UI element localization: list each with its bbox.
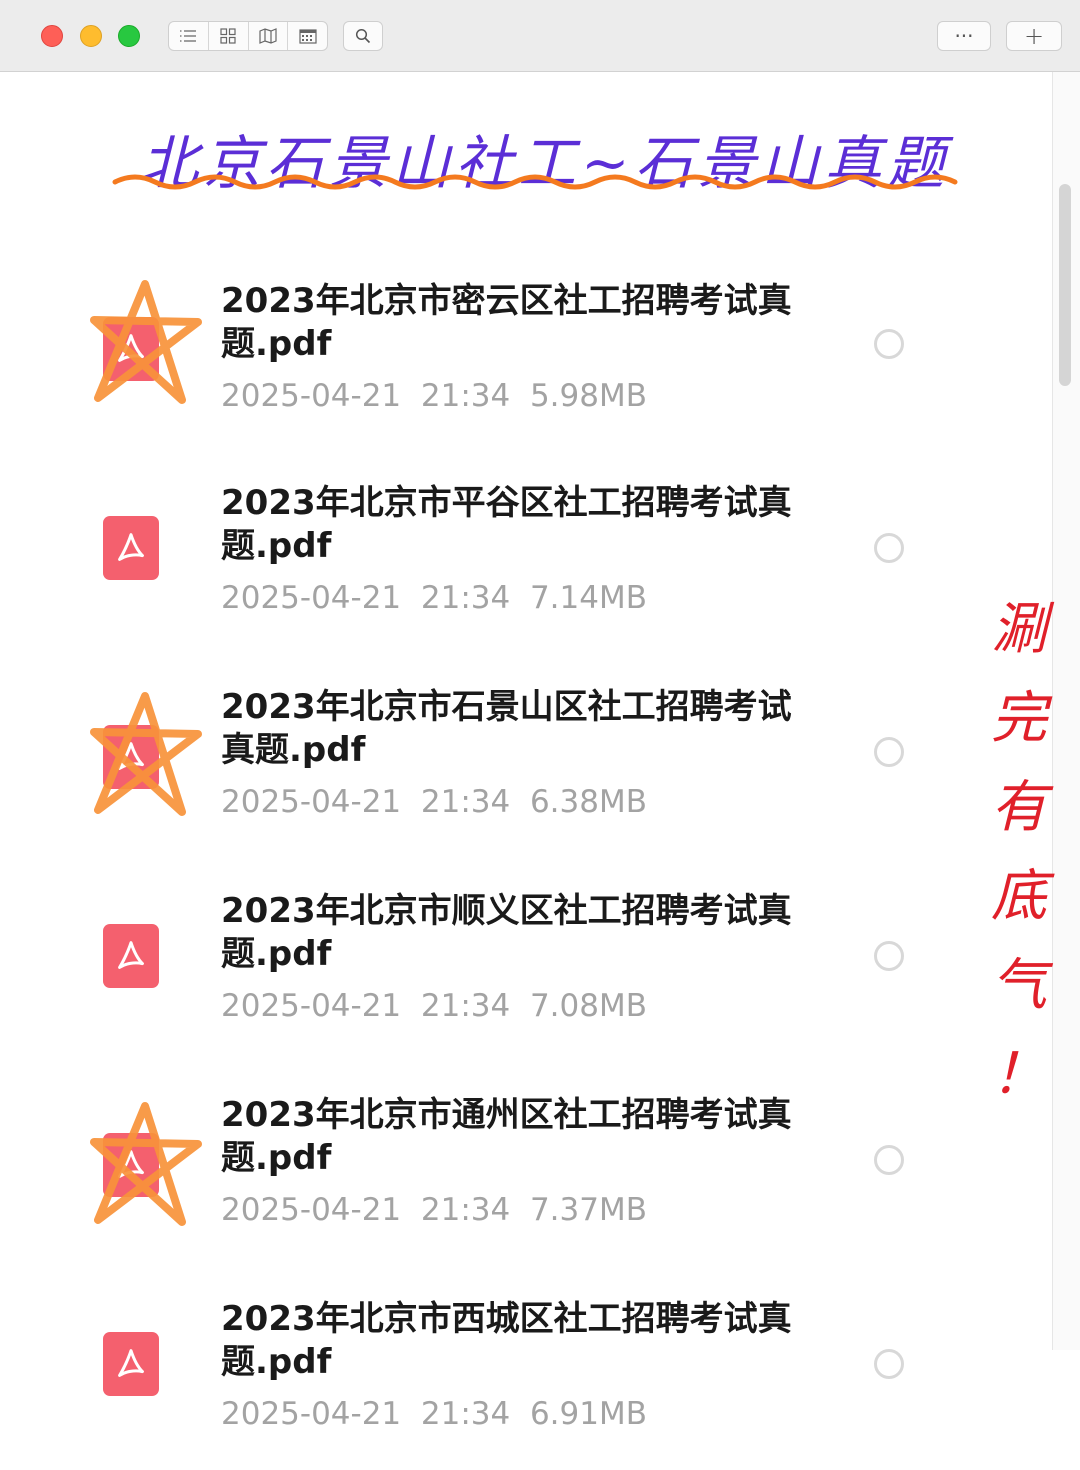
side-note-char: 气 — [991, 953, 1047, 1018]
file-row[interactable]: 2023年北京市密云区社工招聘考试真题.pdf 2025-04-21 21:34… — [0, 270, 1000, 450]
add-button[interactable]: + — [1006, 21, 1062, 51]
file-row[interactable]: 2023年北京市顺义区社工招聘考试真题.pdf 2025-04-21 21:34… — [0, 882, 1000, 1062]
pdf-file-icon — [103, 924, 159, 988]
handwritten-side-note: 涮 完 有 底 气 ！ — [984, 585, 1054, 1119]
file-date: 2025-04-21 — [221, 784, 402, 820]
window-titlebar: ··· + — [0, 0, 1080, 72]
handwritten-headline: 北京石景山社工~石景山真题 — [112, 106, 960, 216]
file-meta: 2025-04-21 21:34 7.37MB — [221, 1192, 647, 1228]
scrollbar-thumb[interactable] — [1059, 184, 1071, 386]
select-radio[interactable] — [874, 737, 904, 767]
hand-drawn-star — [90, 1102, 202, 1226]
calendar-view-icon — [299, 29, 317, 44]
hand-drawn-star — [90, 692, 202, 816]
file-date: 2025-04-21 — [221, 988, 402, 1024]
file-name: 2023年北京市通州区社工招聘考试真题.pdf — [221, 1095, 792, 1178]
more-options-button[interactable]: ··· — [937, 21, 991, 51]
list-view-button[interactable] — [169, 22, 209, 50]
pdf-file-icon — [103, 516, 159, 580]
file-time: 21:34 — [420, 378, 511, 414]
file-size: 5.98MB — [529, 378, 647, 414]
file-meta: 2025-04-21 21:34 6.38MB — [221, 784, 647, 820]
list-view-icon — [180, 30, 197, 42]
file-row[interactable]: 2023年北京市西城区社工招聘考试真题.pdf 2025-04-21 21:34… — [0, 1290, 1000, 1470]
file-meta: 2025-04-21 21:34 7.08MB — [221, 988, 647, 1024]
file-size: 6.91MB — [529, 1396, 647, 1432]
map-view-icon — [259, 28, 277, 44]
select-radio[interactable] — [874, 1145, 904, 1175]
file-date: 2025-04-21 — [221, 378, 402, 414]
acrobat-icon — [118, 941, 144, 969]
file-name: 2023年北京市西城区社工招聘考试真题.pdf — [221, 1299, 792, 1382]
file-date: 2025-04-21 — [221, 1192, 402, 1228]
file-time: 21:34 — [420, 1192, 511, 1228]
side-note-char: 完 — [991, 686, 1047, 751]
search-button[interactable] — [343, 21, 383, 51]
file-time: 21:34 — [420, 988, 511, 1024]
wavy-underline — [112, 174, 958, 190]
file-time: 21:34 — [420, 580, 511, 616]
file-row[interactable]: 2023年北京市平谷区社工招聘考试真题.pdf 2025-04-21 21:34… — [0, 474, 1000, 654]
side-note-char: ！ — [991, 1042, 1047, 1107]
grid-view-icon — [220, 28, 236, 44]
file-size: 7.14MB — [529, 580, 647, 616]
select-radio[interactable] — [874, 329, 904, 359]
file-date: 2025-04-21 — [221, 580, 402, 616]
calendar-view-button[interactable] — [288, 22, 327, 50]
view-mode-segmented-control — [168, 21, 328, 51]
file-name: 2023年北京市平谷区社工招聘考试真题.pdf — [221, 483, 792, 566]
acrobat-icon — [118, 1349, 144, 1377]
file-name: 2023年北京市顺义区社工招聘考试真题.pdf — [221, 891, 792, 974]
file-size: 6.38MB — [529, 784, 647, 820]
close-window-button[interactable] — [41, 25, 63, 47]
pdf-file-icon — [103, 1332, 159, 1396]
file-name: 2023年北京市石景山区社工招聘考试真题.pdf — [221, 687, 792, 770]
file-time: 21:34 — [420, 1396, 511, 1432]
zoom-window-button[interactable] — [118, 25, 140, 47]
side-note-char: 底 — [991, 864, 1047, 929]
file-time: 21:34 — [420, 784, 511, 820]
search-icon — [355, 28, 371, 44]
file-row[interactable]: 2023年北京市通州区社工招聘考试真题.pdf 2025-04-21 21:34… — [0, 1086, 1000, 1266]
file-size: 7.37MB — [529, 1192, 647, 1228]
file-row[interactable]: 2023年北京市石景山区社工招聘考试真题.pdf 2025-04-21 21:3… — [0, 678, 1000, 858]
file-meta: 2025-04-21 21:34 5.98MB — [221, 378, 647, 414]
file-date: 2025-04-21 — [221, 1396, 402, 1432]
file-meta: 2025-04-21 21:34 6.91MB — [221, 1396, 647, 1432]
file-size: 7.08MB — [529, 988, 647, 1024]
map-view-button[interactable] — [249, 22, 289, 50]
file-name: 2023年北京市密云区社工招聘考试真题.pdf — [221, 281, 792, 364]
acrobat-icon — [118, 533, 144, 561]
hand-drawn-star — [90, 280, 202, 404]
file-meta: 2025-04-21 21:34 7.14MB — [221, 580, 647, 616]
side-note-char: 有 — [991, 775, 1047, 840]
select-radio[interactable] — [874, 1349, 904, 1379]
select-radio[interactable] — [874, 533, 904, 563]
side-note-char: 涮 — [991, 597, 1047, 662]
grid-view-button[interactable] — [209, 22, 249, 50]
select-radio[interactable] — [874, 941, 904, 971]
minimize-window-button[interactable] — [80, 25, 102, 47]
